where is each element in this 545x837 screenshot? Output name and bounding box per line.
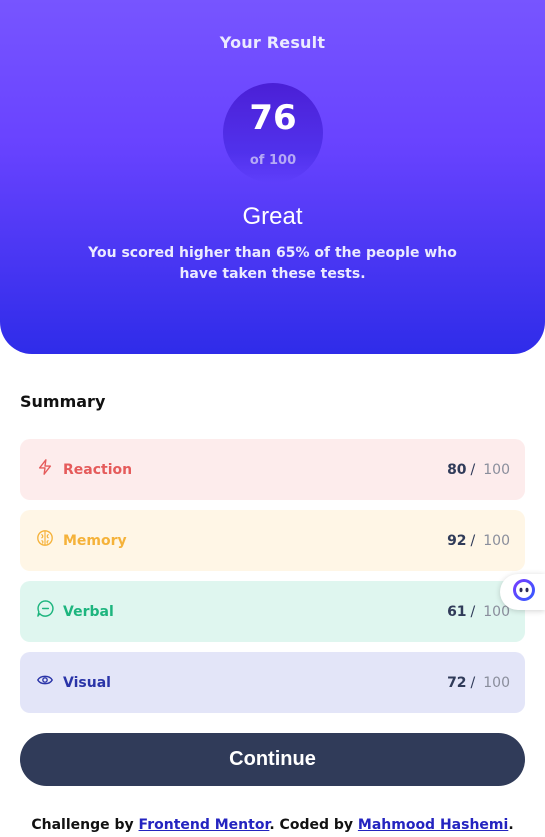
summary-item-separator: /	[470, 603, 476, 620]
score-total: of 100	[249, 153, 297, 168]
summary-item-memory: Memory 92 / 100	[20, 510, 525, 571]
brain-icon	[35, 528, 55, 548]
assistant-face-icon	[512, 578, 536, 606]
lightning-icon	[35, 457, 55, 477]
summary-item-label: Visual	[63, 674, 111, 691]
summary-item-separator: /	[470, 674, 476, 691]
assistant-widget-button[interactable]	[500, 574, 545, 610]
result-card: Your Result 76 of 100 Great You scored h…	[0, 0, 545, 354]
score-value: 76	[249, 98, 297, 138]
summary-item-separator: /	[470, 461, 476, 478]
summary-item-max: 100	[483, 674, 510, 691]
summary-title: Summary	[20, 392, 106, 411]
summary-item-verbal: Verbal 61 / 100	[20, 581, 525, 642]
summary-item-label: Memory	[63, 532, 127, 549]
attribution: Challenge by Frontend Mentor. Coded by M…	[0, 817, 545, 833]
summary-item-label: Reaction	[63, 461, 133, 478]
score-circle: 76 of 100	[223, 83, 323, 183]
attribution-prefix: Challenge by	[31, 817, 139, 833]
continue-button[interactable]: Continue	[20, 733, 525, 786]
summary-item-visual: Visual 72 / 100	[20, 652, 525, 713]
summary-item-reaction: Reaction 80 / 100	[20, 439, 525, 500]
attribution-middle: . Coded by	[269, 817, 358, 833]
frontend-mentor-link[interactable]: Frontend Mentor	[139, 817, 270, 833]
result-description: You scored higher than 65% of the people…	[88, 245, 457, 282]
summary-item-max: 100	[483, 461, 510, 478]
summary-item-score: 61	[447, 603, 467, 620]
eye-icon	[35, 670, 55, 690]
chat-icon	[35, 599, 55, 619]
author-link[interactable]: Mahmood Hashemi	[358, 817, 508, 833]
summary-item-score: 92	[447, 532, 467, 549]
result-heading: Your Result	[219, 33, 326, 52]
summary-item-score: 80	[447, 461, 467, 478]
summary-item-separator: /	[470, 532, 476, 549]
summary-item-label: Verbal	[63, 603, 114, 620]
summary-item-max: 100	[483, 532, 510, 549]
verdict: Great	[242, 203, 303, 230]
attribution-suffix: .	[508, 817, 514, 833]
summary-item-score: 72	[447, 674, 467, 691]
